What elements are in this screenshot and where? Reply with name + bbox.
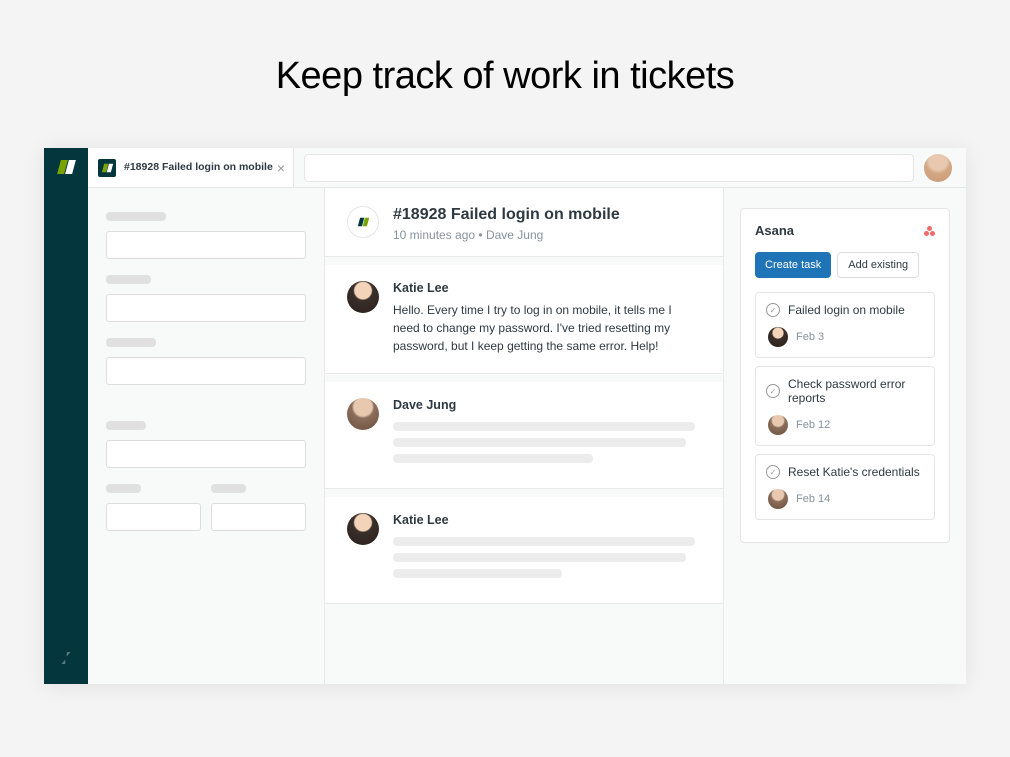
task-date: Feb 14: [796, 493, 830, 505]
task-assignee-avatar: [768, 415, 788, 435]
field-label-skeleton: [106, 338, 156, 347]
right-panel: Asana Create task Add existing: [724, 188, 966, 684]
task-assignee-avatar: [768, 489, 788, 509]
message: Katie Lee Hello. Every time I try to log…: [325, 265, 723, 374]
sidebar-rail: [44, 148, 88, 684]
field-input[interactable]: [106, 440, 306, 468]
top-bar: #18928 Failed login on mobile ×: [88, 148, 966, 188]
text-skeleton: [393, 537, 695, 546]
field-label-skeleton: [106, 484, 141, 493]
app-window: #18928 Failed login on mobile ×: [44, 148, 966, 684]
zendesk-logo-icon: [59, 160, 74, 174]
conversation-panel: #18928 Failed login on mobile 10 minutes…: [324, 188, 724, 684]
avatar: [347, 398, 379, 430]
task-date: Feb 12: [796, 419, 830, 431]
ticket-meta: 10 minutes ago • Dave Jung: [393, 228, 620, 242]
text-skeleton: [393, 569, 562, 578]
message-author: Katie Lee: [393, 281, 701, 295]
content-area: #18928 Failed login on mobile 10 minutes…: [88, 188, 966, 684]
field-label-skeleton: [106, 275, 151, 284]
check-circle-icon[interactable]: [766, 384, 780, 398]
ticket-badge-icon: [347, 206, 379, 238]
ticket-tab-icon: [98, 159, 116, 177]
task-name: Check password error reports: [788, 377, 924, 405]
add-existing-button[interactable]: Add existing: [837, 252, 919, 278]
text-skeleton: [393, 454, 593, 463]
field-input[interactable]: [106, 357, 306, 385]
task-item[interactable]: Check password error reports Feb 12: [755, 366, 935, 446]
message-author: Katie Lee: [393, 513, 701, 527]
message-text: Hello. Every time I try to log in on mob…: [393, 301, 701, 355]
check-circle-icon[interactable]: [766, 303, 780, 317]
asana-card: Asana Create task Add existing: [740, 208, 950, 543]
avatar: [347, 281, 379, 313]
task-date: Feb 3: [796, 331, 824, 343]
create-task-button[interactable]: Create task: [755, 252, 831, 278]
text-skeleton: [393, 553, 686, 562]
asana-title: Asana: [755, 223, 794, 238]
task-name: Failed login on mobile: [788, 303, 905, 317]
asana-logo-icon: [924, 226, 935, 236]
hero-title: Keep track of work in tickets: [0, 0, 1010, 148]
field-input[interactable]: [106, 503, 201, 531]
tab-title: #18928 Failed login on mobile: [124, 161, 273, 174]
task-item[interactable]: Failed login on mobile Feb 3: [755, 292, 935, 358]
field-input[interactable]: [106, 294, 306, 322]
text-skeleton: [393, 438, 686, 447]
current-user-avatar[interactable]: [924, 154, 952, 182]
field-label-skeleton: [106, 212, 166, 221]
message-author: Dave Jung: [393, 398, 701, 412]
task-item[interactable]: Reset Katie's credentials Feb 14: [755, 454, 935, 520]
field-label-skeleton: [106, 421, 146, 430]
text-skeleton: [393, 422, 695, 431]
search-input[interactable]: [304, 154, 914, 182]
task-name: Reset Katie's credentials: [788, 465, 920, 479]
check-circle-icon[interactable]: [766, 465, 780, 479]
message: Katie Lee: [325, 497, 723, 604]
zendesk-footer-icon: [57, 649, 75, 672]
field-label-skeleton: [211, 484, 246, 493]
message: Dave Jung: [325, 382, 723, 489]
ticket-tab[interactable]: #18928 Failed login on mobile ×: [88, 148, 294, 187]
close-icon[interactable]: ×: [277, 160, 285, 176]
task-assignee-avatar: [768, 327, 788, 347]
ticket-title: #18928 Failed login on mobile: [393, 206, 620, 224]
left-panel: [88, 188, 324, 684]
ticket-header: #18928 Failed login on mobile 10 minutes…: [325, 188, 723, 257]
field-input[interactable]: [211, 503, 306, 531]
field-input[interactable]: [106, 231, 306, 259]
avatar: [347, 513, 379, 545]
